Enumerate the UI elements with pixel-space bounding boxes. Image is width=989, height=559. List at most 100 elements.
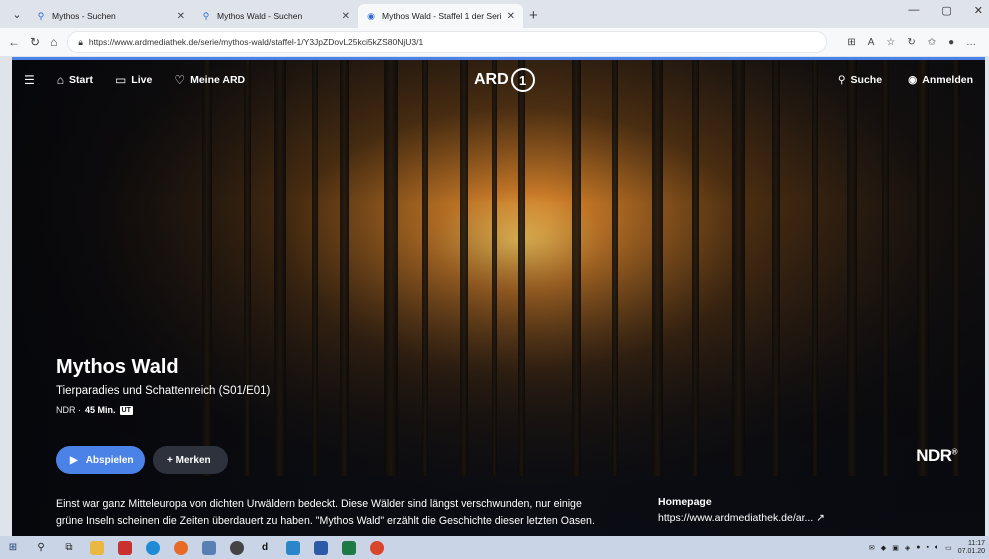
action-buttons: ▶ Abspielen + Merken xyxy=(56,446,228,474)
nav-meine-label: Meine ARD xyxy=(190,74,246,86)
browser-tab[interactable]: ⚲ Mythos - Suchen ✕ xyxy=(28,4,193,28)
browser-tab[interactable]: ⚲ Mythos Wald - Suchen ✕ xyxy=(193,4,358,28)
app-icon[interactable] xyxy=(202,540,216,555)
tree-trunk xyxy=(274,60,286,476)
external-link-icon: ↗ xyxy=(816,512,825,524)
clock-time: 11:17 xyxy=(968,539,985,547)
tree-trunk xyxy=(732,60,745,476)
read-aloud-icon[interactable]: A xyxy=(868,37,875,48)
tray-icon[interactable]: ◈ xyxy=(905,544,910,552)
task-view-icon[interactable]: ⧉ xyxy=(62,541,76,555)
tab-title: Mythos Wald - Suchen xyxy=(217,11,303,21)
ndr-logo-text: NDR xyxy=(916,446,952,465)
search-label: Suche xyxy=(850,74,883,86)
homepage-url: https://www.ardmediathek.de/ar... xyxy=(658,512,814,524)
reload-icon[interactable]: ↻ xyxy=(30,35,40,49)
app-icon[interactable] xyxy=(286,540,300,555)
refresh-page-icon[interactable]: ↻ xyxy=(907,37,915,48)
home-icon: ⌂ xyxy=(56,73,65,87)
file-explorer-icon[interactable] xyxy=(90,540,104,555)
play-button[interactable]: ▶ Abspielen xyxy=(56,446,145,474)
bookmark-button[interactable]: + Merken xyxy=(153,446,228,474)
home-icon[interactable]: ⌂ xyxy=(50,35,57,49)
browser-tab-active[interactable]: ◉ Mythos Wald - Staffel 1 der Serie ✕ xyxy=(358,4,523,28)
app-icon[interactable] xyxy=(370,540,384,555)
tray-icon[interactable]: ✉ xyxy=(869,544,875,552)
nav-live-label: Live xyxy=(131,74,153,86)
back-icon[interactable]: ← xyxy=(8,35,20,49)
tree-trunk xyxy=(917,60,929,476)
tree-trunk xyxy=(812,60,818,476)
browser-tab-bar: ⌄ ⚲ Mythos - Suchen ✕ ⚲ Mythos Wald - Su… xyxy=(0,0,989,28)
window-controls: — ▢ ✕ xyxy=(908,4,989,17)
edge-icon[interactable] xyxy=(146,540,160,555)
tree-trunk xyxy=(422,60,428,476)
ard-logo[interactable]: ARD 1 xyxy=(474,68,535,92)
bookmark-label: + Merken xyxy=(167,454,211,466)
volume-icon[interactable]: 🔈︎ xyxy=(935,544,939,552)
homepage-link[interactable]: https://www.ardmediathek.de/ar... ↗ xyxy=(658,512,825,524)
close-icon[interactable]: ✕ xyxy=(507,11,515,22)
tab-title: Mythos - Suchen xyxy=(52,11,116,21)
top-navigation-right: ⚲ Suche ◉ Anmelden xyxy=(838,60,973,100)
close-window-icon[interactable]: ✕ xyxy=(974,4,983,17)
login-label: Anmelden xyxy=(922,74,973,86)
ard-logo-text: ARD xyxy=(474,71,509,88)
app-icon[interactable]: d xyxy=(258,541,272,555)
tree-trunk xyxy=(612,60,618,476)
more-icon[interactable]: … xyxy=(966,37,976,48)
tv-icon: ▭ xyxy=(114,73,127,87)
ard-logo-number: 1 xyxy=(510,68,535,92)
tray-icon[interactable]: ▪ xyxy=(926,544,928,551)
tray-icon[interactable]: ▣ xyxy=(892,544,899,552)
restore-icon[interactable]: ▢ xyxy=(941,4,951,17)
minimize-icon[interactable]: — xyxy=(908,4,919,17)
tree-trunk xyxy=(882,60,889,476)
nav-start[interactable]: ⌂ Start xyxy=(57,73,93,87)
nav-meine-ard[interactable]: ♡ Meine ARD xyxy=(174,73,245,87)
login-button[interactable]: ◉ Anmelden xyxy=(908,74,973,86)
word-icon[interactable] xyxy=(314,540,328,555)
search-button[interactable]: ⚲ Suche xyxy=(838,74,882,86)
clock-date: 07.01.20 xyxy=(957,547,985,555)
nav-live[interactable]: ▭ Live xyxy=(115,73,152,87)
episode-subtitle: Tierparadies und Schattenreich (S01/E01) xyxy=(56,385,271,397)
broadcaster: NDR · xyxy=(56,405,81,415)
notification-icon[interactable]: ▭ xyxy=(945,544,952,552)
firefox-icon[interactable] xyxy=(174,540,188,555)
app-icon[interactable] xyxy=(230,540,244,555)
apps-icon[interactable]: ⊞ xyxy=(847,37,855,48)
tree-trunk xyxy=(847,60,857,476)
search-icon[interactable]: ⚲ xyxy=(34,541,48,555)
address-bar-row: ← ↻ ⌂ 🔒︎ https://www.ardmediathek.de/ser… xyxy=(0,28,989,56)
tree-trunk xyxy=(692,60,699,476)
tree-trunk xyxy=(572,60,581,476)
tray-icon[interactable]: ◆ xyxy=(881,544,886,552)
close-icon[interactable]: ✕ xyxy=(342,11,350,22)
close-icon[interactable]: ✕ xyxy=(177,11,185,22)
windows-taskbar: ⊞ ⚲ ⧉ d ✉ ◆ ▣ ◈ ● ▪ 🔈︎ ▭ 11:17 07.01.20 xyxy=(0,536,989,559)
homepage-label: Homepage xyxy=(658,496,712,508)
duration: 45 Min. xyxy=(85,405,116,415)
menu-button[interactable]: ☰ xyxy=(24,73,35,87)
favorites-icon[interactable]: ✩ xyxy=(928,37,936,48)
show-description: Einst war ganz Mitteleuropa von dichten … xyxy=(56,498,595,527)
clock[interactable]: 11:17 07.01.20 xyxy=(958,540,985,556)
lock-icon: 🔒︎ xyxy=(78,36,83,47)
tree-trunk xyxy=(460,60,468,476)
tray-icon[interactable]: ● xyxy=(916,544,920,551)
tab-title: Mythos Wald - Staffel 1 der Serie xyxy=(382,11,501,21)
heart-icon: ♡ xyxy=(174,73,186,87)
windows-start-icon[interactable]: ⊞ xyxy=(6,541,20,555)
excel-icon[interactable] xyxy=(342,540,356,555)
tree-trunk xyxy=(492,60,497,476)
app-icon[interactable] xyxy=(118,540,132,555)
tab-actions-button[interactable]: ⌄ xyxy=(6,3,28,25)
url-field[interactable]: 🔒︎ https://www.ardmediathek.de/serie/myt… xyxy=(67,31,828,53)
ndr-logo: NDR® xyxy=(916,446,957,465)
favorite-star-icon[interactable]: ☆ xyxy=(886,37,895,48)
ard-mediathek-page: ☰ ⌂ Start ▭ Live ♡ Meine ARD ARD 1 ⚲ Suc… xyxy=(12,57,985,536)
search-icon: ⚲ xyxy=(837,74,846,86)
new-tab-button[interactable]: + xyxy=(529,7,538,24)
profile-icon[interactable]: ● xyxy=(948,37,954,48)
